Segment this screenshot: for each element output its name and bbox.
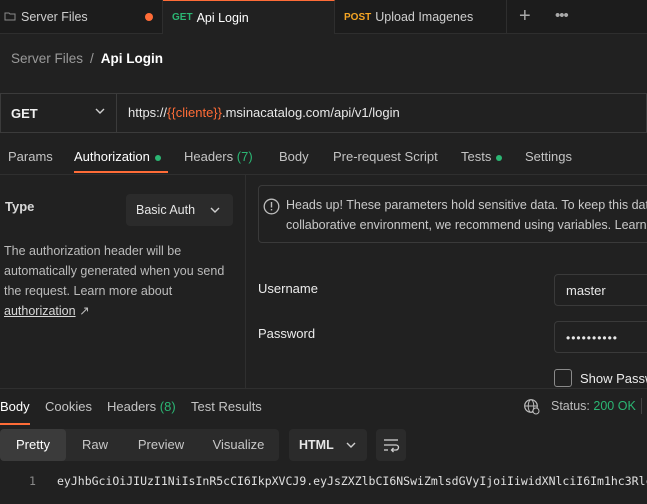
tab-settings[interactable]: Settings [525, 149, 572, 164]
external-link-icon: ↗ [79, 304, 90, 318]
tab-body[interactable]: Body [279, 149, 309, 164]
username-label: Username [258, 281, 318, 296]
wrap-lines-button[interactable] [376, 429, 406, 461]
language-select[interactable]: HTML [289, 429, 367, 461]
active-tab-underline [0, 423, 30, 425]
response-token: eyJhbGciOiJIUzI1NiIsInR5cCI6IkpXVCJ9.eyJ… [57, 474, 647, 488]
response-code-line[interactable]: 1 eyJhbGciOiJIUzI1NiIsInR5cCI6IkpXVCJ9.e… [0, 470, 647, 492]
breadcrumb-parent[interactable]: Server Files [11, 51, 83, 66]
active-indicator-dot [496, 154, 503, 161]
tab-label: Upload Imagenes [375, 10, 474, 24]
show-password-label: Show Password [580, 371, 647, 386]
auth-description: The authorization header will be automat… [4, 241, 240, 321]
wrap-lines-icon [376, 439, 406, 464]
password-label: Password [258, 326, 316, 341]
tab-method: GET [172, 12, 193, 23]
active-indicator-dot [154, 154, 161, 161]
folder-icon [4, 10, 16, 25]
tab-tests[interactable]: Tests [461, 149, 503, 164]
type-label: Type [5, 199, 35, 214]
tab-response-body[interactable]: Body [0, 399, 30, 414]
url-bar: GET https://{{cliente}}.msinacatalog.com… [0, 93, 647, 133]
method-select[interactable]: GET [1, 94, 117, 132]
breadcrumb-current[interactable]: Api Login [101, 51, 163, 66]
unsaved-dot [145, 13, 153, 21]
tab-server-files[interactable]: Server Files [0, 0, 163, 34]
globe-icon[interactable] [523, 398, 540, 418]
tab-api-login[interactable]: GET Api Login [163, 0, 335, 34]
response-status[interactable]: Status: 200 OK [551, 399, 636, 413]
tab-authorization[interactable]: Authorization [74, 149, 161, 164]
tab-response-cookies[interactable]: Cookies [45, 399, 92, 414]
line-number: 1 [29, 474, 36, 488]
authorization-link[interactable]: authorization [4, 304, 76, 318]
chevron-down-icon [94, 105, 106, 120]
format-preview[interactable]: Preview [124, 429, 198, 461]
language-value: HTML [299, 438, 334, 452]
notice-text: Heads up! These parameters hold sensitiv… [286, 195, 647, 235]
tab-headers[interactable]: Headers (7) [184, 149, 253, 164]
tab-label: Server Files [21, 10, 88, 24]
tab-params[interactable]: Params [8, 149, 53, 164]
tab-method: POST [344, 11, 372, 23]
url-suffix: .msinacatalog.com/api/v1/login [221, 105, 400, 120]
auth-type-value: Basic Auth [136, 203, 196, 217]
response-format-bar: Pretty Raw Preview Visualize [0, 429, 279, 461]
url-prefix: https:// [128, 105, 168, 120]
show-password-checkbox[interactable] [554, 369, 572, 387]
breadcrumb: Server Files / Api Login [11, 51, 163, 66]
method-value: GET [11, 105, 38, 121]
status-label: Status: [551, 399, 590, 413]
password-input[interactable]: •••••••••• [554, 321, 647, 353]
notice-line-1: Heads up! These parameters hold sensitiv… [286, 198, 647, 212]
response-tabs: Body Cookies Headers (8) Test Results St… [0, 389, 647, 425]
tab-count: (8) [159, 399, 176, 414]
format-visualize[interactable]: Visualize [198, 429, 279, 461]
more-icon[interactable]: ••• [555, 7, 569, 24]
username-input[interactable]: master [554, 274, 647, 306]
tab-pre-request-script[interactable]: Pre-request Script [333, 149, 438, 164]
sensitive-data-notice: Heads up! These parameters hold sensitiv… [258, 185, 647, 243]
auth-description-text: The authorization header will be automat… [4, 244, 225, 298]
auth-type-panel: Type Basic Auth The authorization header… [0, 175, 246, 388]
chevron-down-icon [209, 204, 221, 219]
chevron-down-icon [345, 439, 357, 454]
request-tab-bar: Server Files GET Api Login POST Upload I… [0, 0, 647, 34]
tab-test-results[interactable]: Test Results [191, 399, 262, 414]
tab-upload-imagenes[interactable]: POST Upload Imagenes [335, 0, 507, 34]
tab-label: Headers [184, 149, 234, 164]
tab-label: Headers [107, 399, 157, 414]
auth-type-select[interactable]: Basic Auth [126, 194, 233, 226]
active-tab-underline [74, 171, 168, 173]
plus-icon[interactable]: + [519, 5, 531, 28]
breadcrumb-separator: / [90, 51, 94, 66]
notice-line-2: collaborative environment, we recommend … [286, 218, 647, 232]
status-value: 200 OK [593, 399, 636, 413]
url-variable: {{cliente}} [167, 105, 222, 120]
url-input[interactable]: https://{{cliente}}.msinacatalog.com/api… [128, 105, 400, 120]
format-pretty[interactable]: Pretty [0, 429, 66, 461]
format-raw[interactable]: Raw [66, 429, 124, 461]
tab-label: Tests [461, 149, 492, 164]
request-tabs: Params Authorization Headers (7) Body Pr… [0, 142, 647, 173]
tab-label: Api Login [196, 10, 249, 25]
tab-count: (7) [236, 149, 253, 164]
tab-label: Authorization [74, 149, 150, 164]
status-separator [641, 398, 642, 414]
info-icon [263, 198, 280, 218]
tab-response-headers[interactable]: Headers (8) [107, 399, 176, 414]
